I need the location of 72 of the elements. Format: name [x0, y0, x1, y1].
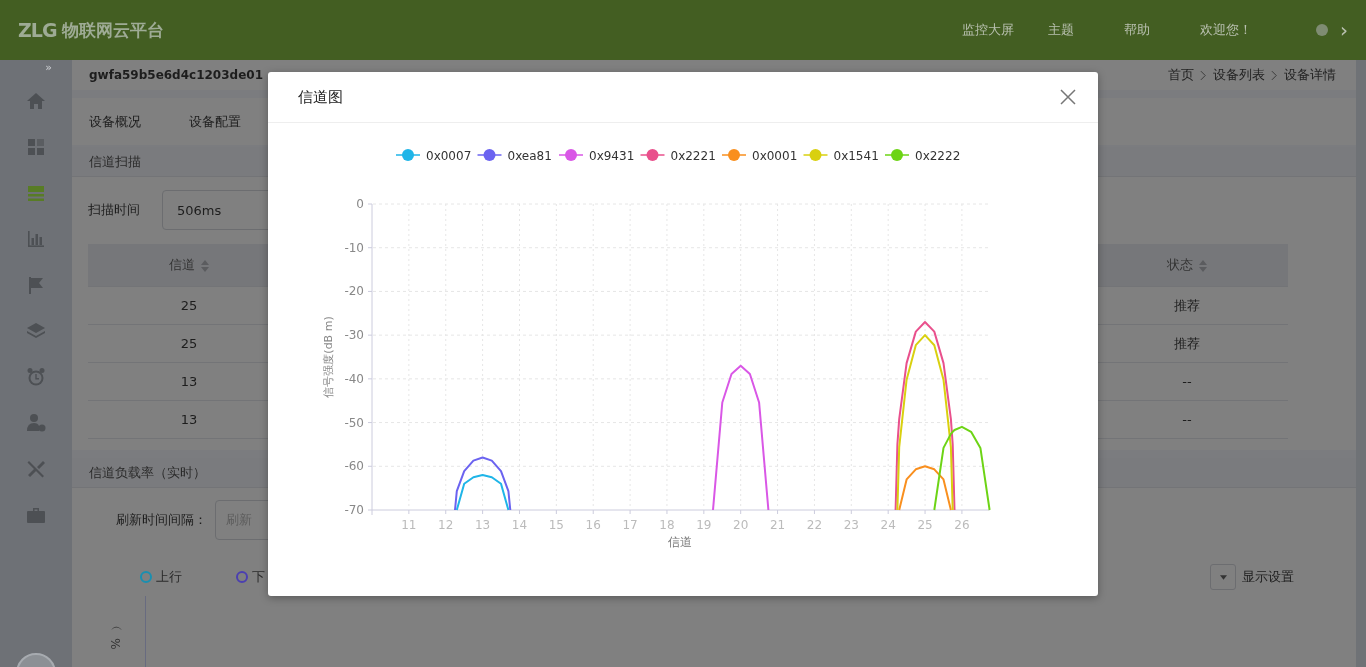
nav-link[interactable]: 主题 [1048, 21, 1074, 39]
tick-label: -70 [344, 503, 364, 517]
tick-label: 26 [954, 518, 970, 532]
caret-icon [1219, 574, 1227, 580]
tick-label: 0 [356, 197, 364, 211]
chevron-icon [1271, 69, 1278, 81]
scrollbar[interactable] [1356, 60, 1366, 667]
display-settings-label: 显示设置 [1242, 568, 1294, 586]
tick-label: -30 [344, 328, 364, 343]
dropdown-button[interactable] [1210, 564, 1236, 590]
legend-item[interactable]: 0xea81 [476, 149, 552, 163]
tab[interactable]: 设备概况 [89, 112, 141, 131]
axis-label: %） [108, 638, 124, 650]
logo[interactable]: ZLG [18, 19, 57, 41]
breadcrumb-link[interactable]: 设备列表 [1213, 66, 1265, 84]
legend-item[interactable]: 0x2221 [639, 149, 716, 163]
tick-label: -20 [344, 284, 364, 299]
field-label: 刷新时间间隔： [116, 511, 207, 529]
app-name: 物联网云平台 [62, 18, 165, 42]
legend-item[interactable]: 0x2222 [884, 149, 961, 163]
field-label: 扫描时间 [88, 201, 140, 219]
tick-label: 11 [401, 518, 417, 532]
tick-label: 22 [806, 518, 823, 532]
tick-label: 15 [548, 518, 564, 532]
breadcrumb-link[interactable]: 设备详情 [1284, 66, 1336, 84]
panel-title: 信道负载率（实时） [89, 463, 206, 482]
tick-label: 24 [880, 518, 896, 532]
tick-label: 23 [843, 518, 859, 532]
tick-label: 13 [474, 518, 491, 532]
tick-label: -40 [344, 371, 364, 386]
tick-label: 25 [917, 518, 933, 532]
legend-item[interactable]: 0x9431 [558, 149, 635, 163]
chevron-icon[interactable]: › [1340, 18, 1348, 42]
avatar-icon[interactable] [1316, 24, 1328, 36]
legend-label: 0x9431 [589, 149, 635, 163]
legend-label: 0xea81 [507, 149, 552, 163]
chevron-icon [1200, 69, 1207, 81]
tick-label: -50 [344, 415, 364, 430]
tick-label: -60 [344, 459, 364, 474]
tab[interactable]: 设备配置 [189, 112, 241, 131]
breadcrumb-link[interactable]: 首页 [1168, 66, 1194, 84]
legend-label: 0x0001 [752, 149, 798, 163]
axis-title: 信道 [668, 535, 692, 549]
legend-label: 0x2222 [915, 149, 961, 163]
legend-label: 0x0007 [426, 149, 472, 163]
tick-label: 19 [696, 518, 712, 532]
tick-label: 12 [438, 518, 454, 532]
tick-label: 21 [769, 518, 786, 532]
tick-label: 17 [622, 518, 638, 532]
axis-title: 信号强度(dB m) [322, 316, 335, 398]
close-icon[interactable] [1060, 89, 1076, 105]
nav-link[interactable]: 帮助 [1124, 21, 1150, 39]
legend-item[interactable]: 0x1541 [802, 149, 879, 163]
dialog-title: 信道图 [298, 87, 343, 107]
nav-link[interactable]: 监控大屏 [962, 21, 1014, 39]
panel-title: 信道扫描 [89, 152, 141, 171]
device-title: gwfa59b5e6d4c1203de01 [89, 68, 263, 82]
legend-label: 0x2221 [670, 149, 716, 163]
tick-label: 18 [659, 518, 675, 532]
legend-item[interactable]: 下 [236, 568, 265, 586]
legend-item[interactable]: 上行 [140, 568, 182, 586]
sort-icon[interactable] [1199, 259, 1208, 272]
tick-label: 14 [511, 518, 528, 532]
legend-item[interactable]: 0x0001 [721, 149, 798, 163]
nav-link[interactable]: 欢迎您！ [1200, 21, 1252, 39]
tick-label: -10 [344, 240, 364, 255]
legend-item[interactable]: 0x0007 [395, 149, 472, 163]
sort-icon[interactable] [201, 259, 210, 272]
tick-label: 20 [733, 518, 749, 532]
tick-label: 16 [585, 518, 601, 532]
expand-toggle[interactable]: » [45, 60, 52, 76]
legend-label: 0x1541 [833, 149, 879, 163]
